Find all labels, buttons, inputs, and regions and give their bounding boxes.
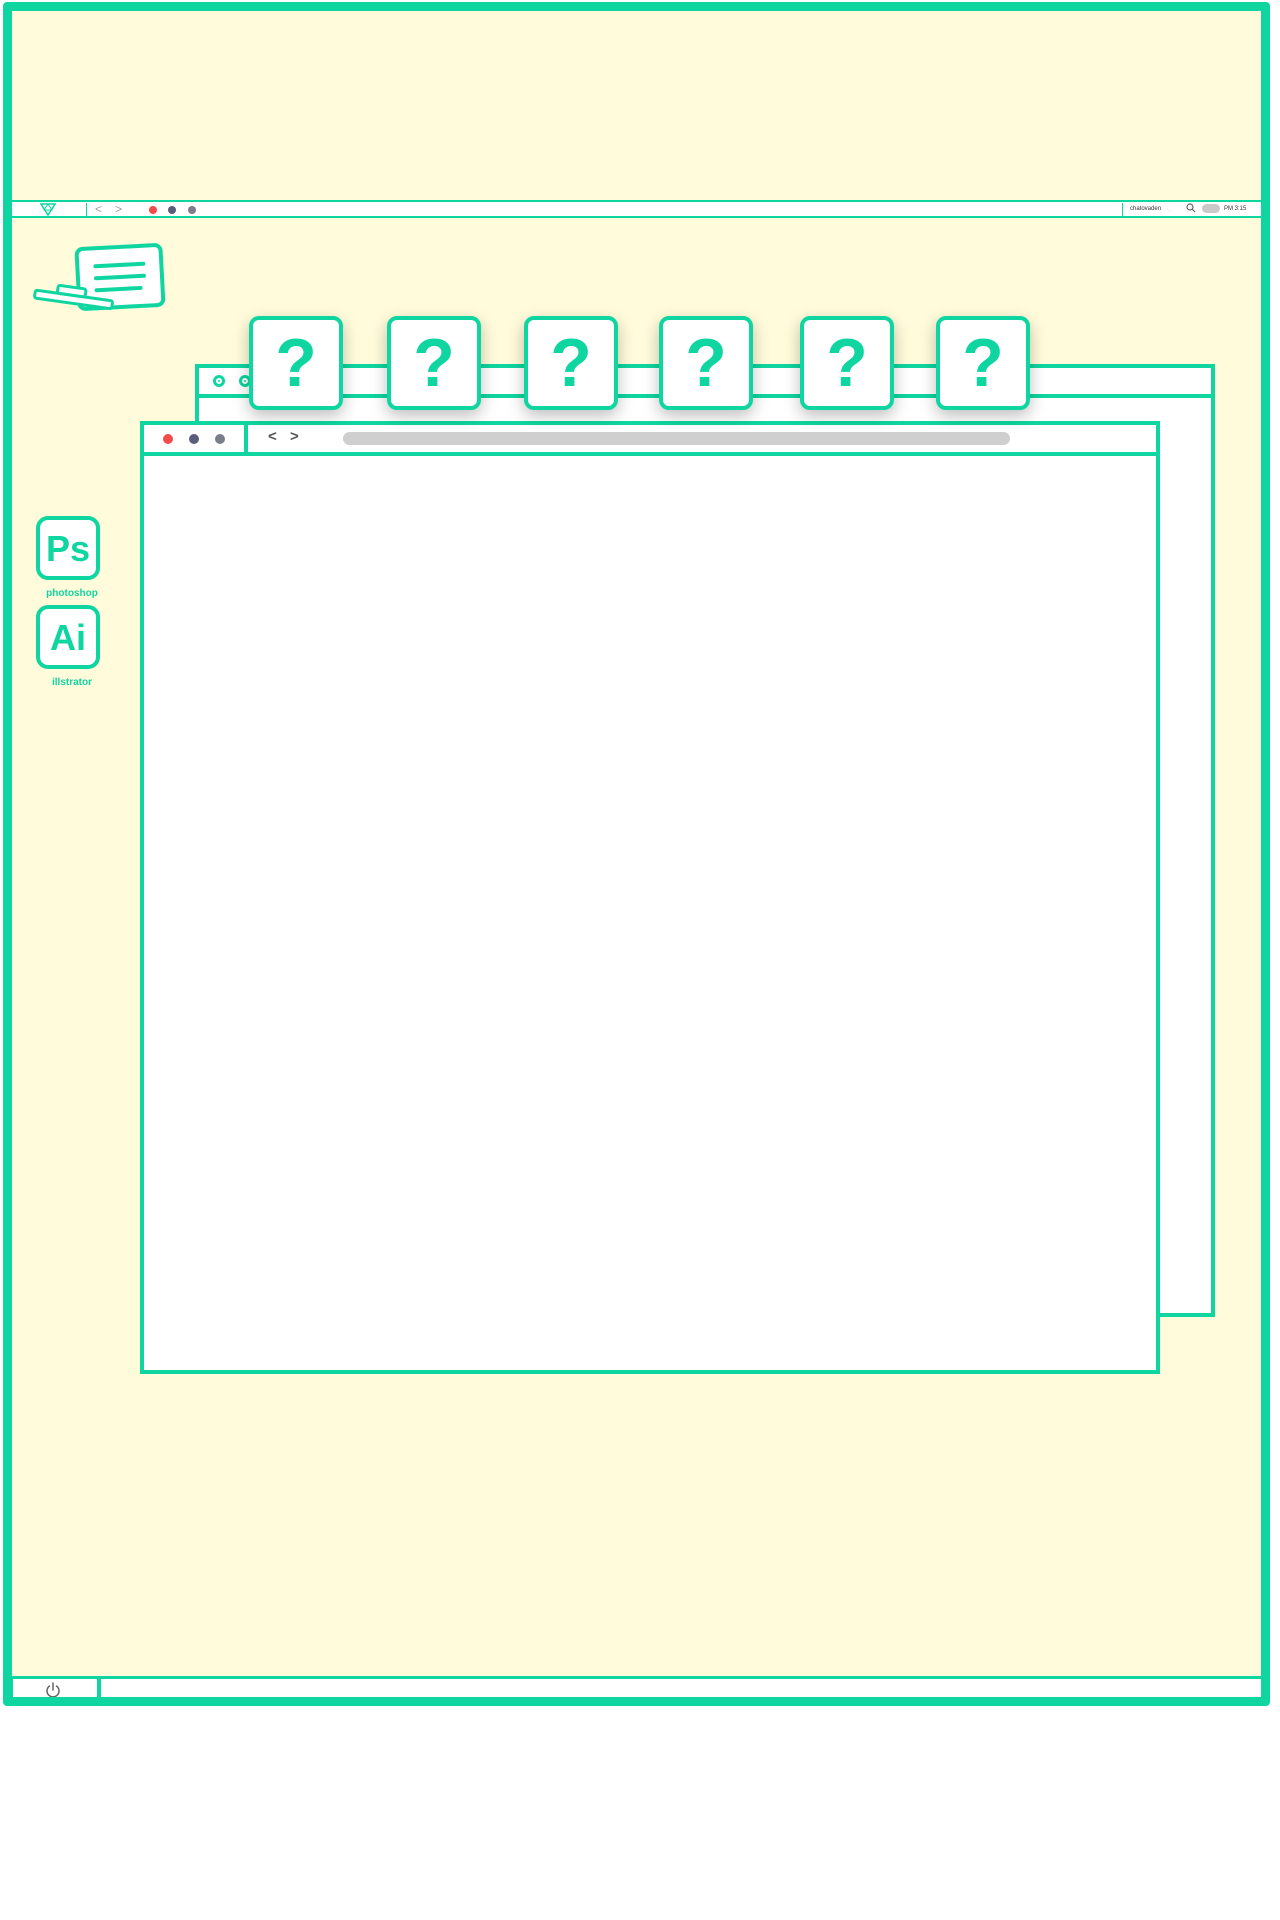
app-logo-icon[interactable]	[40, 202, 56, 216]
front-window-minimize-dot-icon[interactable]	[189, 434, 199, 444]
unknown-app-icon-5[interactable]: ?	[800, 316, 894, 410]
topbar-divider	[86, 203, 87, 216]
desktop-frame: < > chatovaden ♡ PM 3:15 Ps photoshop Ai…	[3, 2, 1270, 1706]
bottom-taskbar	[12, 1676, 1261, 1699]
front-window-close-dot-icon[interactable]	[163, 434, 173, 444]
front-window-divider	[244, 425, 248, 452]
unknown-app-icon-2[interactable]: ?	[387, 316, 481, 410]
front-window-titlebar[interactable]: < >	[144, 425, 1156, 456]
toggle-switch[interactable]	[1202, 204, 1220, 213]
heart-icon[interactable]: ♡	[1166, 203, 1174, 215]
address-bar[interactable]	[343, 432, 1010, 445]
photoshop-icon[interactable]: Ps	[36, 516, 100, 580]
search-icon[interactable]	[1186, 203, 1196, 213]
front-window-back-button[interactable]: <	[268, 428, 277, 446]
zoom-dot-icon[interactable]	[188, 206, 196, 214]
minimize-dot-icon[interactable]	[168, 206, 176, 214]
front-window-forward-button[interactable]: >	[290, 428, 299, 446]
front-window-zoom-dot-icon[interactable]	[215, 434, 225, 444]
power-icon[interactable]	[44, 1681, 62, 1699]
notes-icon[interactable]	[20, 233, 170, 323]
unknown-app-icon-1[interactable]: ?	[249, 316, 343, 410]
back-nav-button[interactable]: <	[95, 201, 102, 217]
back-window-close-dot-icon[interactable]	[213, 375, 225, 387]
user-name[interactable]: chatovaden	[1130, 204, 1161, 214]
unknown-app-icon-6[interactable]: ?	[936, 316, 1030, 410]
unknown-app-icon-4[interactable]: ?	[659, 316, 753, 410]
front-window[interactable]: < >	[140, 421, 1160, 1374]
illustrator-icon[interactable]: Ai	[36, 605, 100, 669]
forward-nav-button[interactable]: >	[115, 201, 122, 217]
clock-time: PM 3:15	[1224, 206, 1247, 212]
top-menu-bar: < > chatovaden ♡ PM 3:15	[12, 200, 1261, 218]
photoshop-label: photoshop	[46, 588, 98, 599]
close-dot-icon[interactable]	[149, 206, 157, 214]
topbar-right-divider	[1122, 203, 1123, 216]
illustrator-label: illstrator	[51, 677, 92, 688]
taskbar-divider	[97, 1679, 101, 1697]
unknown-app-icon-3[interactable]: ?	[524, 316, 618, 410]
